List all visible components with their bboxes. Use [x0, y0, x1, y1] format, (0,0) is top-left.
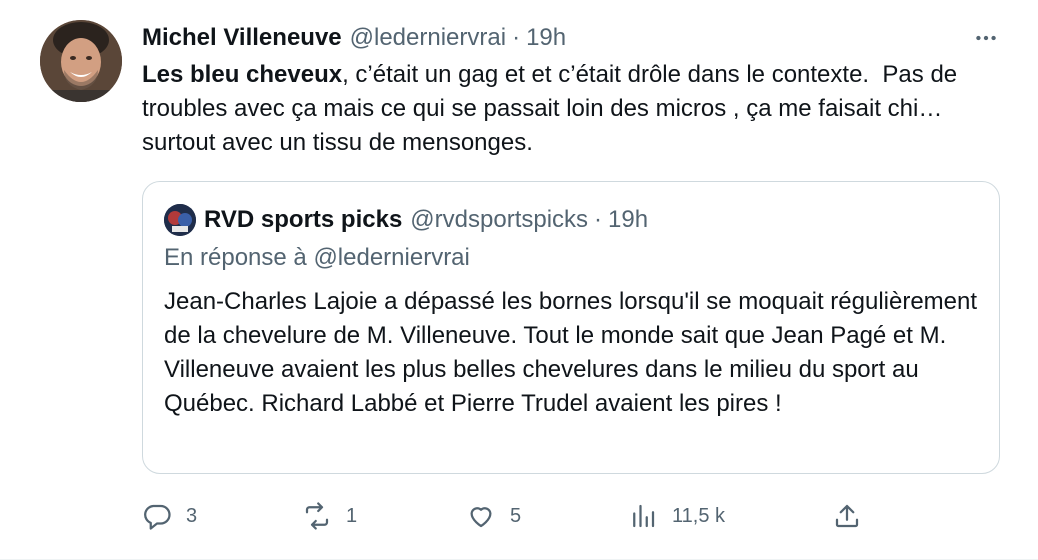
like-count: 5	[510, 504, 522, 527]
views-count: 11,5 k	[672, 504, 725, 527]
quote-display-name[interactable]: RVD sports picks	[204, 206, 402, 234]
views-chart-icon	[633, 504, 655, 528]
reply-button[interactable]: 3	[142, 498, 197, 534]
tweet-header: Michel Villeneuve @lederniervrai · 19h	[142, 22, 566, 54]
quote-timestamp[interactable]: 19h	[608, 206, 648, 234]
repost-count: 1	[346, 504, 358, 527]
tweet-text-bold: Les bleu cheveux	[142, 61, 343, 88]
author-handle[interactable]: @lederniervrai	[350, 24, 506, 52]
quote-avatar	[164, 204, 196, 236]
quote-separator-dot: ·	[594, 206, 603, 233]
tweet-timestamp[interactable]: 19h	[526, 24, 566, 52]
quote-text: Jean-Charles Lajoie a dépassé les bornes…	[164, 288, 978, 417]
share-button[interactable]	[832, 498, 862, 534]
share-icon	[835, 504, 859, 528]
more-horizontal-icon	[976, 35, 996, 41]
quote-avatar-image	[164, 204, 196, 236]
quote-header: RVD sports picks @rvdsportspicks · 19h	[164, 204, 648, 236]
author-display-name[interactable]: Michel Villeneuve	[142, 24, 342, 52]
quote-handle[interactable]: @rvdsportspicks	[410, 206, 588, 234]
views-button[interactable]: 11,5 k	[628, 498, 725, 534]
repost-icon	[305, 502, 329, 530]
avatar-image	[40, 20, 122, 102]
separator-dot: ·	[512, 24, 521, 51]
tweet-text: Les bleu cheveux, c’était un gag et et c…	[142, 58, 1010, 160]
quoted-tweet[interactable]: RVD sports picks @rvdsportspicks · 19h E…	[142, 181, 1000, 474]
more-options-button[interactable]	[968, 24, 1004, 52]
author-avatar[interactable]	[40, 20, 122, 102]
heart-icon	[470, 507, 492, 528]
reply-count: 3	[186, 504, 198, 527]
reply-icon	[144, 504, 171, 530]
like-button[interactable]: 5	[466, 498, 521, 534]
tweet-actions: 3 1 5 11,5 k	[142, 498, 882, 534]
quote-reply-context: En réponse à @lederniervrai	[164, 244, 470, 271]
repost-button[interactable]: 1	[302, 498, 357, 534]
tweet[interactable]: Michel Villeneuve @lederniervrai · 19h L…	[0, 0, 1038, 560]
